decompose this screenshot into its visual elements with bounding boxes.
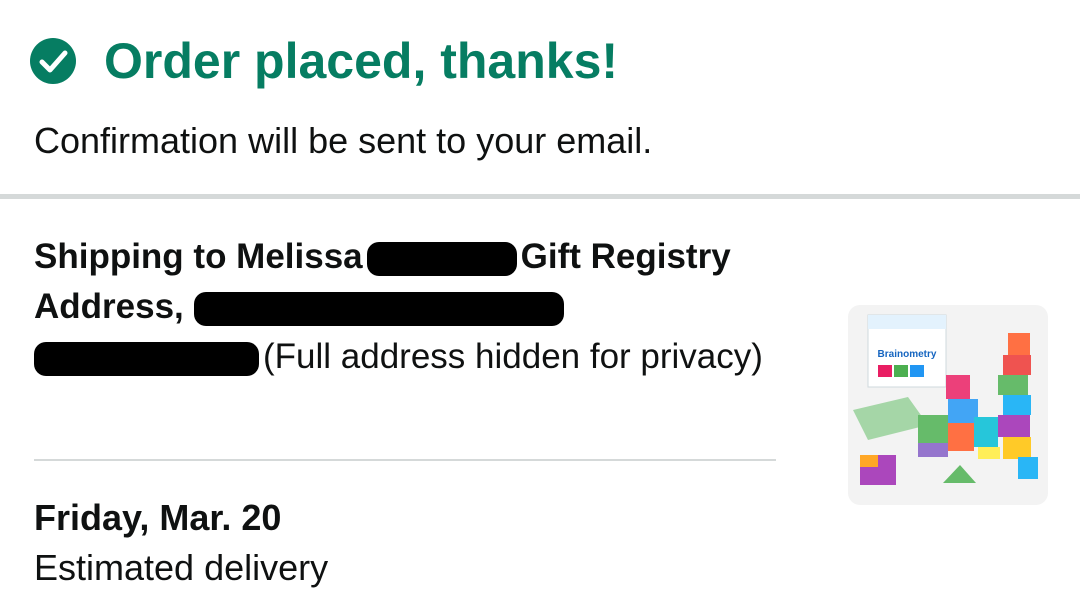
- shipping-recipient: Shipping to Melissa: [34, 237, 363, 276]
- shipping-address: Shipping to Melissa Gift Registry Address…: [34, 232, 794, 382]
- product-image: Brainometry: [853, 314, 1038, 485]
- delivery-label: Estimated delivery: [34, 547, 329, 588]
- product-name: Brainometry: [878, 349, 937, 360]
- product-thumbnail[interactable]: Brainometry: [848, 305, 1048, 505]
- confirmation-note: Confirmation will be sent to your email.: [34, 120, 653, 161]
- order-confirmation-header: Order placed, thanks! Confirmation will …: [0, 0, 1080, 194]
- check-circle-icon: [30, 38, 76, 84]
- section-divider: [0, 194, 1080, 199]
- redaction-mark: [34, 341, 259, 376]
- delivery-date: Friday, Mar. 20: [34, 497, 282, 538]
- item-divider: [34, 459, 776, 461]
- redaction-mark: [193, 291, 564, 326]
- privacy-note: (Full address hidden for privacy): [263, 337, 763, 376]
- redaction-mark: [366, 241, 517, 276]
- page-title: Order placed, thanks!: [104, 33, 619, 89]
